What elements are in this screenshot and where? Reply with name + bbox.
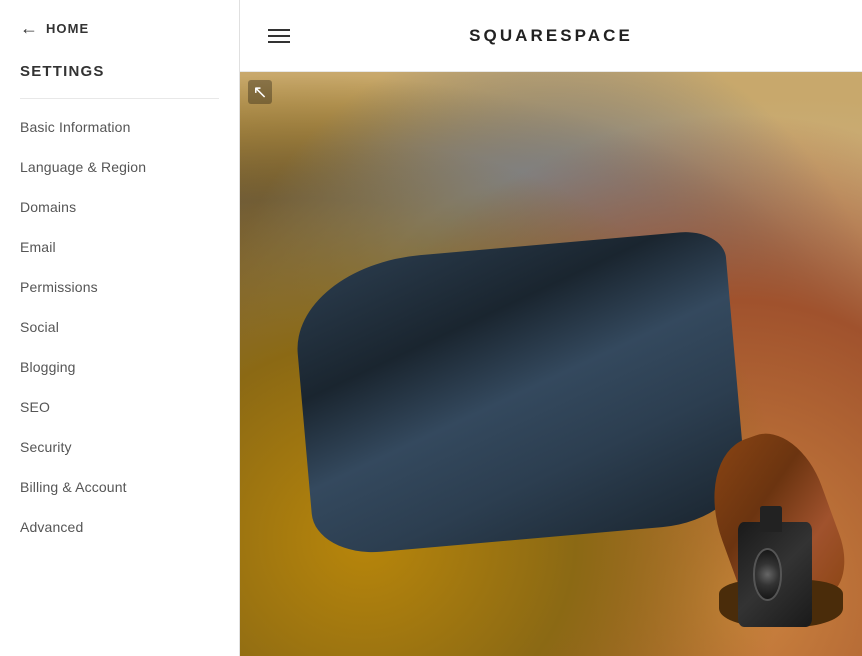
menu-line-2 <box>268 35 290 37</box>
settings-title: SETTINGS <box>0 49 239 98</box>
camera-top <box>760 506 782 532</box>
person-jeans <box>290 229 749 558</box>
topbar: SQUARESPACE <box>240 0 862 72</box>
sidebar-item-security[interactable]: Security <box>0 427 239 467</box>
menu-icon[interactable] <box>268 29 290 43</box>
sidebar-item-basic-information[interactable]: Basic Information <box>0 107 239 147</box>
squarespace-pin-icon[interactable]: ↖ <box>248 80 272 104</box>
camera-lens <box>753 548 783 601</box>
menu-line-3 <box>268 41 290 43</box>
sidebar-item-billing-account[interactable]: Billing & Account <box>0 467 239 507</box>
sidebar-navigation: Basic InformationLanguage & RegionDomain… <box>0 99 239 555</box>
back-home-link[interactable]: ← HOME <box>0 0 239 49</box>
back-arrow-icon: ← <box>20 18 38 39</box>
sidebar-item-permissions[interactable]: Permissions <box>0 267 239 307</box>
hero-photo <box>240 72 862 656</box>
sidebar-item-email[interactable]: Email <box>0 227 239 267</box>
sidebar-item-seo[interactable]: SEO <box>0 387 239 427</box>
sidebar-item-advanced[interactable]: Advanced <box>0 507 239 547</box>
sidebar-item-domains[interactable]: Domains <box>0 187 239 227</box>
main-content: SQUARESPACE ↖ <box>240 0 862 656</box>
sidebar-item-language-region[interactable]: Language & Region <box>0 147 239 187</box>
back-home-label: HOME <box>46 21 89 36</box>
sidebar-item-blogging[interactable]: Blogging <box>0 347 239 387</box>
sidebar-item-social[interactable]: Social <box>0 307 239 347</box>
squarespace-logo: SQUARESPACE <box>469 26 633 46</box>
camera <box>738 522 813 627</box>
menu-line-1 <box>268 29 290 31</box>
hero-image-area: ↖ <box>240 72 862 656</box>
sidebar: ← HOME SETTINGS Basic InformationLanguag… <box>0 0 240 656</box>
